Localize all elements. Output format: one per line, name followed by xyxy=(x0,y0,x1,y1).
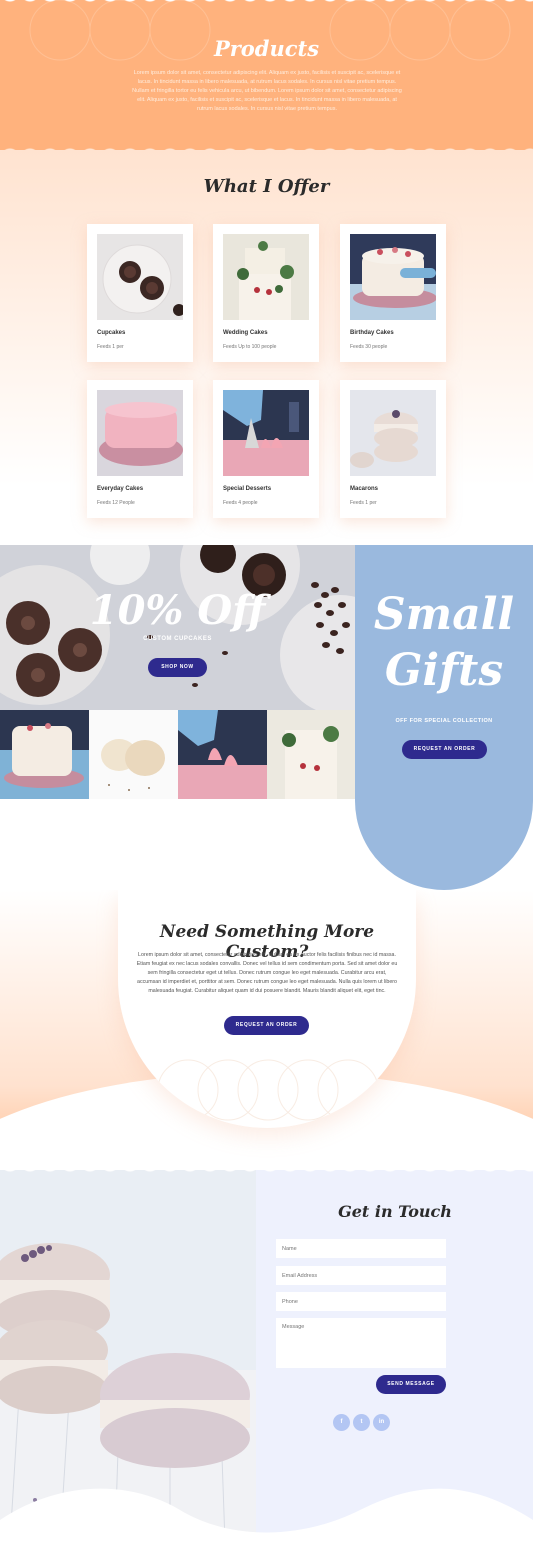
product-card-birthday-cakes[interactable]: Birthday Cakes Feeds 30 people xyxy=(340,224,446,362)
gallery-image-special-desserts xyxy=(178,710,267,799)
card-meta: Feeds 12 People xyxy=(97,500,135,506)
email-input[interactable] xyxy=(276,1266,446,1285)
card-meta: Feeds 4 people xyxy=(223,500,258,506)
promo-subline: CUSTOM CUPCAKES xyxy=(143,636,212,642)
phone-input[interactable] xyxy=(276,1292,446,1311)
macarons-image xyxy=(350,390,436,476)
small-gifts-panel: Small Gifts OFF FOR SPECIAL COLLECTION R… xyxy=(355,545,533,890)
request-order-button[interactable]: REQUEST AN ORDER xyxy=(402,740,487,759)
card-meta: Feeds 1 per xyxy=(350,500,377,506)
product-card-cupcakes[interactable]: Cupcakes Feeds 1 per xyxy=(87,224,193,362)
card-title: Macarons xyxy=(350,486,379,492)
card-title: Wedding Cakes xyxy=(223,330,268,336)
decorative-pattern xyxy=(157,1059,379,1121)
product-card-special-desserts[interactable]: Special Desserts Feeds 4 people xyxy=(213,380,319,518)
wave-divider xyxy=(0,1488,533,1542)
section-title: What I Offer xyxy=(203,176,330,197)
products-hero: Products Lorem ipsum dolor sit amet, con… xyxy=(0,0,533,150)
cupcakes-promo-banner: 10% Off CUSTOM CUPCAKES SHOP NOW xyxy=(0,545,355,710)
linkedin-icon[interactable]: in xyxy=(373,1414,390,1431)
gifts-subline: OFF FOR SPECIAL COLLECTION xyxy=(395,718,493,724)
card-title: Everyday Cakes xyxy=(97,486,144,492)
gallery-image-macarons xyxy=(89,710,178,799)
everyday-cakes-image xyxy=(97,390,183,476)
shop-now-button[interactable]: SHOP NOW xyxy=(148,658,207,677)
card-title: Cupcakes xyxy=(97,330,126,336)
gifts-title: Small Gifts xyxy=(355,587,533,699)
card-meta: Feeds 1 per xyxy=(97,344,124,350)
message-textarea[interactable] xyxy=(276,1318,446,1368)
custom-description: Lorem ipsum dolor sit amet, consectetur … xyxy=(136,952,398,994)
promo-section: 10% Off CUSTOM CUPCAKES SHOP NOW Small G… xyxy=(0,545,533,890)
scallop-border xyxy=(0,142,533,150)
hero-description: Lorem ipsum dolor sit amet, consectetur … xyxy=(132,70,402,112)
gifts-title-line1: Small xyxy=(373,589,515,640)
special-desserts-image xyxy=(223,390,309,476)
name-input[interactable] xyxy=(276,1239,446,1258)
product-card-macarons[interactable]: Macarons Feeds 1 per xyxy=(340,380,446,518)
contact-title: Get in Touch xyxy=(338,1202,452,1221)
contact-section: Get in Touch SEND MESSAGE f t in xyxy=(0,1170,533,1542)
gallery-image-birthday-cake xyxy=(0,710,89,799)
card-title: Special Desserts xyxy=(223,486,272,492)
gifts-title-line2: Gifts xyxy=(384,645,504,696)
scallop-border xyxy=(0,1170,533,1178)
request-order-button[interactable]: REQUEST AN ORDER xyxy=(224,1016,309,1035)
custom-order-card: Need Something More Custom? Lorem ipsum … xyxy=(118,890,416,1128)
birthday-cakes-image xyxy=(350,234,436,320)
facebook-icon[interactable]: f xyxy=(333,1414,350,1431)
gallery-image-wedding-cake xyxy=(267,710,356,799)
card-meta: Feeds Up to 100 people xyxy=(223,344,277,350)
card-meta: Feeds 30 people xyxy=(350,344,388,350)
card-title: Birthday Cakes xyxy=(350,330,394,336)
twitter-icon[interactable]: t xyxy=(353,1414,370,1431)
wedding-cakes-image xyxy=(223,234,309,320)
custom-order-section: Need Something More Custom? Lorem ipsum … xyxy=(0,890,533,1170)
offer-section: What I Offer Cupcakes Feeds 1 per Weddin… xyxy=(0,150,533,545)
page-title: Products xyxy=(213,36,320,61)
cupcakes-image xyxy=(97,234,183,320)
promo-headline: 10% Off xyxy=(89,587,266,634)
send-message-button[interactable]: SEND MESSAGE xyxy=(376,1375,446,1394)
product-card-wedding-cakes[interactable]: Wedding Cakes Feeds Up to 100 people xyxy=(213,224,319,362)
product-card-everyday-cakes[interactable]: Everyday Cakes Feeds 12 People xyxy=(87,380,193,518)
